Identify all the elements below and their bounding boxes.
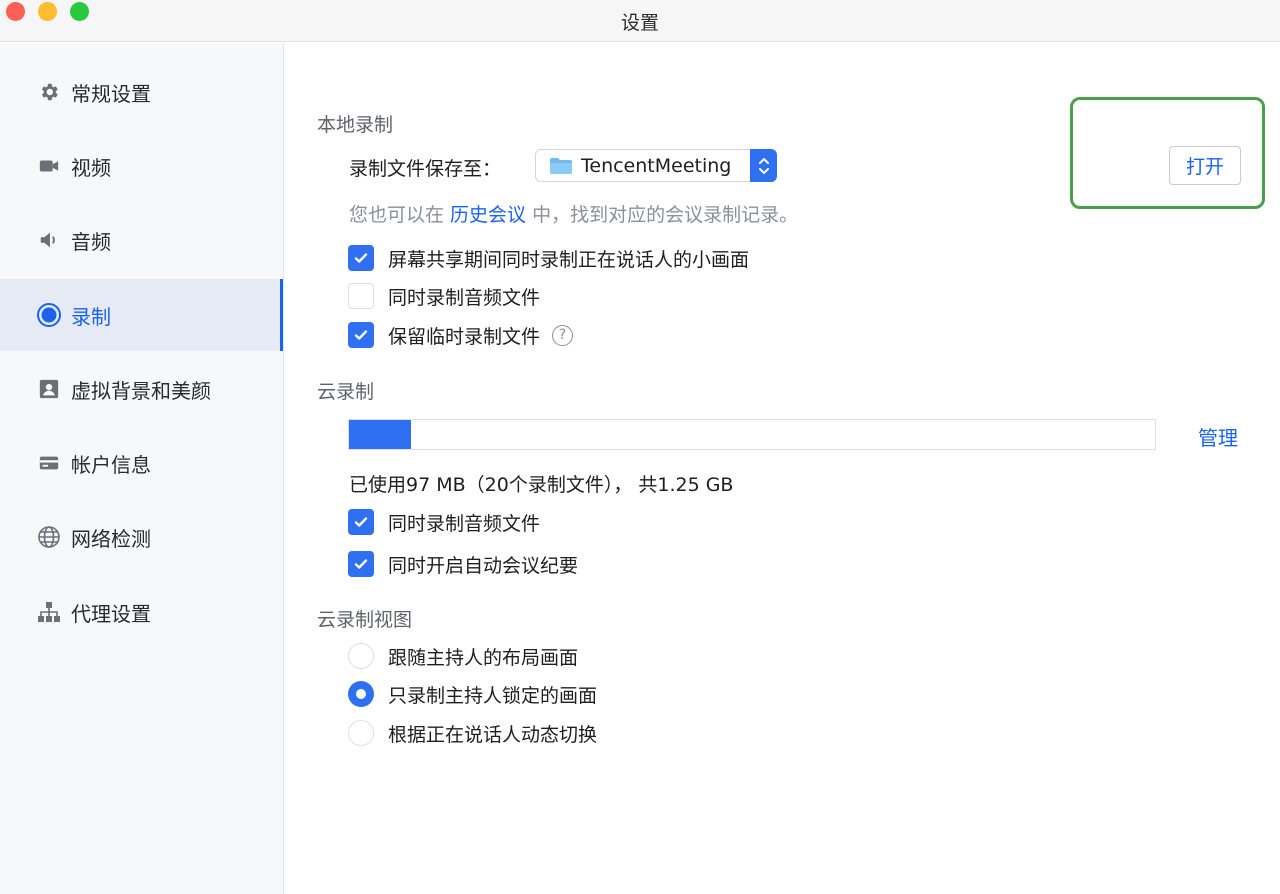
checkbox-label: 同时录制音频文件: [388, 286, 541, 309]
save-path-value: TencentMeeting: [581, 154, 732, 177]
title-bar: 设置: [0, 0, 1280, 42]
sidebar-item-proxy[interactable]: 代理设置: [0, 576, 283, 648]
open-folder-button[interactable]: 打开: [1169, 146, 1241, 185]
sidebar-item-label: 网络检测: [71, 526, 151, 551]
portrait-icon: [37, 377, 61, 401]
radio-selected[interactable]: [348, 681, 374, 707]
local-recording-title: 本地录制: [317, 114, 394, 136]
save-location-label: 录制文件保存至：: [349, 158, 502, 180]
history-meetings-link[interactable]: 历史会议: [450, 204, 526, 226]
cloud-recording-title: 云录制: [317, 381, 375, 403]
sidebar-item-label: 视频: [71, 155, 111, 180]
radio-unselected[interactable]: [348, 643, 374, 669]
checkbox-label: 屏幕共享期间同时录制正在说话人的小画面: [388, 248, 750, 271]
checkbox-unchecked[interactable]: [348, 283, 374, 309]
card-icon: [37, 451, 61, 475]
storage-usage-fill: [349, 420, 412, 449]
checkbox-row[interactable]: 同时开启自动会议纪要: [348, 551, 578, 577]
checkbox-row[interactable]: 保留临时录制文件 ?: [348, 322, 574, 348]
chevron-up-down-icon: [750, 149, 777, 182]
checkbox-label: 保留临时录制文件: [388, 325, 541, 348]
save-path-select[interactable]: TencentMeeting: [535, 149, 777, 182]
radio-unselected[interactable]: [348, 720, 374, 746]
record-icon: [37, 303, 61, 327]
help-icon[interactable]: ?: [552, 324, 574, 346]
sidebar-item-video[interactable]: 视频: [0, 130, 283, 202]
checkbox-checked[interactable]: [348, 245, 374, 271]
sidebar-item-recording[interactable]: 录制: [0, 279, 283, 351]
hint-text-before: 您也可以在: [349, 204, 451, 226]
radio-label: 跟随主持人的布局画面: [388, 646, 579, 669]
sidebar-item-virtual-background[interactable]: 虚拟背景和美颜: [0, 353, 283, 425]
sidebar-item-label: 音频: [71, 229, 111, 254]
video-camera-icon: [37, 154, 61, 178]
checkbox-row[interactable]: 同时录制音频文件: [348, 509, 540, 535]
checkbox-label: 同时开启自动会议纪要: [388, 554, 579, 577]
cloud-view-title: 云录制视图: [317, 609, 413, 631]
recording-settings-panel: 本地录制 录制文件保存至： TencentMeeting 打开 您也可以在 历史…: [285, 43, 1280, 894]
hint-text-after: 中，找到对应的会议录制记录。: [526, 204, 799, 226]
radio-label: 根据正在说话人动态切换: [388, 723, 598, 746]
checkbox-checked[interactable]: [348, 322, 374, 348]
storage-usage-text: 已使用97 MB（20个录制文件）， 共1.25 GB: [349, 474, 734, 496]
gear-icon: [37, 80, 61, 104]
checkbox-checked[interactable]: [348, 509, 374, 535]
manage-cloud-link[interactable]: 管理: [1198, 422, 1238, 451]
checkbox-checked[interactable]: [348, 551, 374, 577]
sidebar-item-label: 常规设置: [71, 81, 151, 106]
globe-icon: [37, 525, 61, 549]
folder-icon: [549, 157, 573, 175]
radio-label: 只录制主持人锁定的画面: [388, 684, 598, 707]
sidebar-item-network-test[interactable]: 网络检测: [0, 501, 283, 573]
checkbox-row[interactable]: 屏幕共享期间同时录制正在说话人的小画面: [348, 245, 749, 271]
sidebar-item-audio[interactable]: 音频: [0, 204, 283, 276]
sidebar-item-label: 代理设置: [71, 601, 151, 626]
radio-row[interactable]: 只录制主持人锁定的画面: [348, 681, 597, 707]
sidebar-item-label: 录制: [71, 304, 111, 329]
radio-row[interactable]: 跟随主持人的布局画面: [348, 643, 578, 669]
history-hint: 您也可以在 历史会议 中，找到对应的会议录制记录。: [349, 200, 798, 227]
storage-usage-bar: [348, 419, 1156, 450]
checkbox-row[interactable]: 同时录制音频文件: [348, 283, 540, 309]
sidebar-item-label: 帐户信息: [71, 452, 151, 477]
radio-row[interactable]: 根据正在说话人动态切换: [348, 720, 597, 746]
window-title: 设置: [620, 12, 659, 34]
sidebar-item-general[interactable]: 常规设置: [0, 56, 283, 128]
speaker-icon: [37, 228, 61, 252]
network-tree-icon: [37, 600, 61, 624]
sidebar: 常规设置 视频 音频 录制 虚拟背景和美颜 帐户信息 网络检测 代理设置: [0, 43, 284, 894]
checkbox-label: 同时录制音频文件: [388, 512, 541, 535]
sidebar-item-account[interactable]: 帐户信息: [0, 427, 283, 499]
sidebar-item-label: 虚拟背景和美颜: [71, 378, 211, 403]
